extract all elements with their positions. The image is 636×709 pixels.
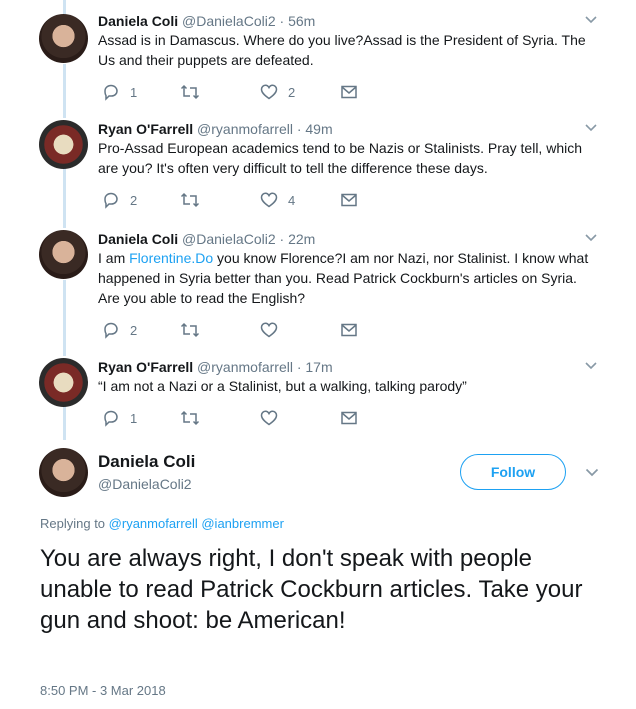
author-name[interactable]: Daniela Coli — [98, 231, 178, 247]
retweet-icon — [180, 84, 200, 100]
tweet-actions: 2 — [98, 320, 398, 340]
retweet-button[interactable] — [180, 82, 210, 102]
reply-icon — [104, 192, 118, 209]
like-button[interactable] — [260, 408, 288, 428]
tweet-text-prefix: I am — [98, 250, 130, 266]
author-handle[interactable]: @ryanmofarrell — [197, 121, 293, 137]
tweet-timestamp[interactable]: 8:50 PM - 3 Mar 2018 — [40, 683, 166, 698]
tweet-header: Daniela Coli @DanielaColi2 · 22m — [98, 230, 315, 248]
tweet-text: “I am not a Nazi or a Stalinist, but a w… — [98, 378, 467, 394]
avatar[interactable] — [39, 448, 88, 497]
heart-icon — [260, 84, 278, 100]
dm-button[interactable] — [340, 320, 358, 340]
retweet-icon — [180, 410, 200, 426]
reply-icon — [104, 410, 118, 427]
tweet-time[interactable]: · 22m — [280, 231, 316, 247]
avatar[interactable] — [39, 230, 88, 279]
chevron-down-icon[interactable] — [584, 358, 598, 372]
tweet-header: Daniela Coli @DanielaColi2 · 56m — [98, 12, 315, 30]
dm-button[interactable] — [340, 408, 358, 428]
reply-count: 2 — [130, 322, 138, 338]
tweet-actions: 1 2 — [98, 82, 398, 102]
reply-count: 2 — [130, 192, 138, 208]
reply-button[interactable]: 2 — [102, 320, 137, 340]
heart-icon — [260, 192, 278, 208]
like-button[interactable]: 4 — [260, 190, 295, 210]
tweet-text: You are always right, I don't speak with… — [40, 545, 583, 634]
tweet-text: Assad is in Damascus. Where do you live?… — [98, 32, 586, 68]
tweet-time[interactable]: · 17m — [297, 359, 333, 375]
tweet-header: Ryan O'Farrell @ryanmofarrell · 17m — [98, 358, 333, 376]
chevron-down-icon[interactable] — [584, 120, 598, 134]
like-button[interactable] — [260, 320, 288, 340]
dm-button[interactable] — [340, 82, 358, 102]
tweet-text: Pro-Assad European academics tend to be … — [98, 140, 583, 176]
author-handle[interactable]: @DanielaColi2 — [98, 476, 192, 492]
tweet-text: I am Florentine.Do you know Florence?I a… — [98, 248, 598, 308]
avatar[interactable] — [39, 358, 88, 407]
dm-button[interactable] — [340, 190, 358, 210]
retweet-button[interactable] — [180, 320, 210, 340]
author-handle[interactable]: @DanielaColi2 — [182, 231, 276, 247]
author-name[interactable]: Ryan O'Farrell — [98, 359, 193, 375]
follow-button[interactable]: Follow — [460, 454, 566, 490]
like-count: 4 — [288, 192, 296, 208]
tweet-time[interactable]: · 56m — [280, 13, 316, 29]
reply-icon — [104, 84, 118, 101]
replying-to: Replying to @ryanmofarrell @ianbremmer — [40, 516, 284, 531]
avatar[interactable] — [39, 120, 88, 169]
reply-button[interactable]: 2 — [102, 190, 137, 210]
retweet-button[interactable] — [180, 408, 210, 428]
author-name[interactable]: Daniela Coli — [98, 452, 195, 472]
reply-count: 1 — [130, 410, 138, 426]
thread-tweet[interactable]: Ryan O'Farrell @ryanmofarrell · 49m Pro-… — [0, 110, 636, 220]
chevron-down-icon[interactable] — [584, 230, 598, 244]
retweet-icon — [180, 322, 200, 338]
like-button[interactable]: 2 — [260, 82, 295, 102]
envelope-icon — [341, 85, 357, 99]
reply-icon — [104, 322, 118, 339]
author-handle[interactable]: @ryanmofarrell — [197, 359, 293, 375]
replying-to-link[interactable]: @ryanmofarrell — [109, 516, 198, 531]
reply-button[interactable]: 1 — [102, 408, 137, 428]
retweet-icon — [180, 192, 200, 208]
thread-tweet[interactable]: Ryan O'Farrell @ryanmofarrell · 17m “I a… — [0, 350, 636, 440]
author-handle[interactable]: @DanielaColi2 — [182, 13, 276, 29]
author-name[interactable]: Ryan O'Farrell — [98, 121, 193, 137]
retweet-button[interactable] — [180, 190, 210, 210]
tweet-actions: 2 4 — [98, 190, 398, 210]
tweet-header: Ryan O'Farrell @ryanmofarrell · 49m — [98, 120, 333, 138]
tweet-actions: 1 — [98, 408, 398, 428]
like-count: 2 — [288, 84, 296, 100]
replying-to-link[interactable]: @ianbremmer — [201, 516, 284, 531]
envelope-icon — [341, 323, 357, 337]
heart-icon — [260, 410, 278, 426]
chevron-down-icon[interactable] — [584, 12, 598, 26]
envelope-icon — [341, 411, 357, 425]
tweet-link[interactable]: Florentine.Do — [129, 250, 213, 266]
tweet-time[interactable]: · 49m — [297, 121, 333, 137]
heart-icon — [260, 322, 278, 338]
avatar[interactable] — [39, 14, 88, 63]
reply-count: 1 — [130, 84, 138, 100]
envelope-icon — [341, 193, 357, 207]
author-name[interactable]: Daniela Coli — [98, 13, 178, 29]
chevron-down-icon[interactable] — [584, 464, 600, 485]
thread-tweet[interactable]: Daniela Coli @DanielaColi2 · 56m Assad i… — [0, 0, 636, 110]
thread-tweet[interactable]: Daniela Coli @DanielaColi2 · 22m I am Fl… — [0, 220, 636, 350]
replying-prefix: Replying to — [40, 516, 106, 531]
reply-button[interactable]: 1 — [102, 82, 137, 102]
